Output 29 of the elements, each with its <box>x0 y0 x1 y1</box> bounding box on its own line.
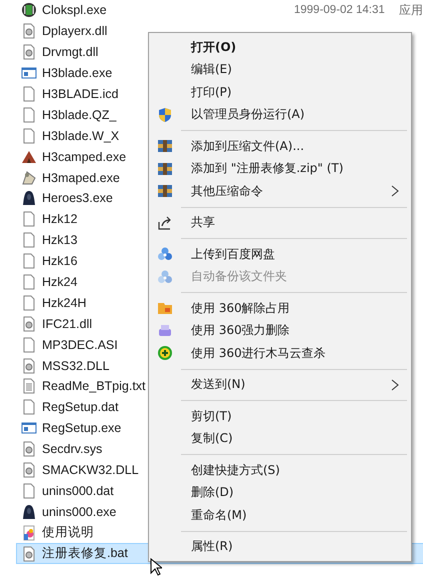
file-name: Dplayerx.dll <box>42 24 108 38</box>
file-name: H3blade.exe <box>42 66 112 80</box>
file-name: SMACKW32.DLL <box>42 463 139 478</box>
file-name: H3camped.exe <box>42 150 126 164</box>
file-name: RegSetup.exe <box>42 421 122 436</box>
file-name: Hzk24H <box>42 296 86 310</box>
file-name: unins000.exe <box>42 504 116 519</box>
file-name: H3BLADE.icd <box>42 87 118 101</box>
file-name: 使用说明 <box>42 525 94 540</box>
file-name: H3maped.exe <box>42 170 120 185</box>
file-name: MSS32.DLL <box>42 358 110 373</box>
file-type: 应用 <box>399 2 423 19</box>
file-name: H3blade.W_X <box>42 128 120 143</box>
file-date: 1999-09-02 14:31 <box>294 4 386 16</box>
file-name: Clokspl.exe <box>42 3 107 18</box>
file-name: Hzk24 <box>42 275 78 290</box>
file-name: MP3DEC.ASI <box>42 338 118 352</box>
file-name: Hzk13 <box>42 233 78 248</box>
file-name: RegSetup.dat <box>42 400 118 414</box>
file-name: Heroes3.exe <box>42 191 113 206</box>
file-name: Secdrv.sys <box>42 442 102 456</box>
file-name: IFC21.dll <box>42 316 92 331</box>
file-name: unins000.dat <box>42 484 114 498</box>
file-name: Hzk12 <box>42 212 78 226</box>
file-name: Hzk16 <box>42 254 78 268</box>
file-name: 注册表修复.bat <box>42 546 128 560</box>
file-name: ReadMe_BTpig.txt <box>42 379 146 394</box>
file-name: H3blade.QZ_ <box>42 108 116 122</box>
file-name: Drvmgt.dll <box>42 45 98 60</box>
